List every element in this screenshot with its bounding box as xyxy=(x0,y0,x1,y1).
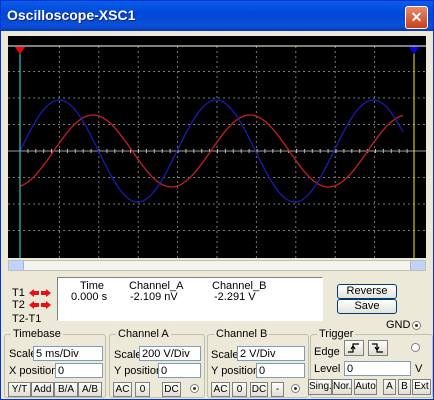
falling-edge-icon xyxy=(372,343,383,353)
channel-a-title: Channel A xyxy=(116,328,171,340)
scroll-left-button[interactable] xyxy=(9,261,24,270)
channel-a-zero-button[interactable]: 0 xyxy=(135,382,150,397)
channel-b-y-position-label: Y position xyxy=(211,365,260,377)
title-bar[interactable]: Oscilloscope-XSC1 ✕ xyxy=(1,1,433,31)
channel-b-ac-button[interactable]: AC xyxy=(211,382,230,397)
trigger-source-ext-button[interactable]: Ext xyxy=(412,379,431,395)
trigger-title: Trigger xyxy=(317,328,356,340)
edge-label: Edge xyxy=(314,346,340,358)
channel-b-zero-button[interactable]: 0 xyxy=(232,382,247,397)
t2-label: T2 xyxy=(12,299,25,311)
cursor-readout-panel: Time Channel_A Channel_B 0.000 s -2.109 … xyxy=(57,277,323,321)
mode-ab-button[interactable]: A/B xyxy=(78,382,102,397)
channel-a-dc-button[interactable]: DC xyxy=(162,382,181,397)
channel-a-scale-label: Scale xyxy=(114,349,142,361)
trigger-normal-button[interactable]: Nor. xyxy=(332,379,352,395)
t2-t1-label: T2-T1 xyxy=(12,313,42,325)
gnd-label: GND xyxy=(386,319,411,331)
scope-graph xyxy=(8,45,426,258)
x-position-field[interactable]: 0 xyxy=(55,363,103,378)
t1-label: T1 xyxy=(12,287,25,299)
channel-b-radio[interactable] xyxy=(291,384,300,393)
trigger-edge-radio[interactable] xyxy=(411,343,420,352)
t2-right-arrow-icon[interactable] xyxy=(41,301,51,309)
channel-b-scale-label: Scale xyxy=(211,349,239,361)
channel-a-y-position-field[interactable]: 0 xyxy=(158,363,201,378)
channel-b-title: Channel B xyxy=(214,328,270,340)
x-position-label: X position xyxy=(9,365,58,377)
t1-arrow-icons[interactable] xyxy=(29,288,51,298)
cursor-2-marker[interactable] xyxy=(409,47,419,54)
channel-b-dc-button[interactable]: DC xyxy=(250,382,268,397)
channel-a-y-position-label: Y position xyxy=(114,365,163,377)
trigger-auto-button[interactable]: Auto xyxy=(354,379,377,395)
window-title: Oscilloscope-XSC1 xyxy=(7,7,136,23)
channel-a-ac-button[interactable]: AC xyxy=(113,382,132,397)
timebase-title: Timebase xyxy=(11,328,63,340)
mode-add-button[interactable]: Add xyxy=(31,382,54,397)
falling-edge-button[interactable] xyxy=(368,340,388,356)
timebase-scale-field[interactable]: 5 ms/Div xyxy=(33,346,103,361)
close-button[interactable]: ✕ xyxy=(405,6,428,29)
channel-b-y-position-field[interactable]: 0 xyxy=(256,363,305,378)
mode-ba-button[interactable]: B/A xyxy=(54,382,78,397)
scroll-right-button[interactable] xyxy=(410,261,425,270)
save-button[interactable]: Save xyxy=(337,299,397,314)
trigger-level-unit: V xyxy=(415,363,423,375)
t1-right-arrow-icon[interactable] xyxy=(41,289,51,297)
t2-arrow-icons[interactable] xyxy=(29,300,51,310)
reverse-button[interactable]: Reverse xyxy=(337,284,397,299)
scope-display xyxy=(8,36,426,258)
channel-b-scale-field[interactable]: 2 V/Div xyxy=(237,346,305,361)
horizontal-scrollbar[interactable] xyxy=(8,260,426,271)
close-icon: ✕ xyxy=(410,9,423,25)
t2-left-arrow-icon[interactable] xyxy=(29,301,39,309)
channel-a-radio[interactable] xyxy=(190,384,199,393)
t1-channel-b-value: -2.291 V xyxy=(214,291,256,303)
trigger-source-b-button[interactable]: B xyxy=(398,379,411,395)
level-label: Level xyxy=(314,363,341,375)
t1-left-arrow-icon[interactable] xyxy=(29,289,39,297)
rising-edge-button[interactable] xyxy=(344,340,364,356)
channel-a-scale-field[interactable]: 200 V/Div xyxy=(139,346,201,361)
mode-yt-button[interactable]: Y/T xyxy=(8,382,31,397)
oscilloscope-window: Oscilloscope-XSC1 ✕ T1 T2 T2-T1 Time Cha… xyxy=(0,0,434,400)
channel-b-minus-button[interactable]: - xyxy=(271,382,284,397)
trigger-single-button[interactable]: Sing. xyxy=(308,379,332,395)
t1-channel-a-value: -2.109 nV xyxy=(130,291,178,303)
t1-time-value: 0.000 s xyxy=(71,291,108,303)
gnd-radio[interactable] xyxy=(412,321,421,330)
trigger-level-field[interactable]: 0 xyxy=(344,361,411,376)
rising-edge-icon xyxy=(348,343,359,353)
trigger-source-a-button[interactable]: A xyxy=(383,379,396,395)
cursor-1-marker[interactable] xyxy=(15,47,25,54)
